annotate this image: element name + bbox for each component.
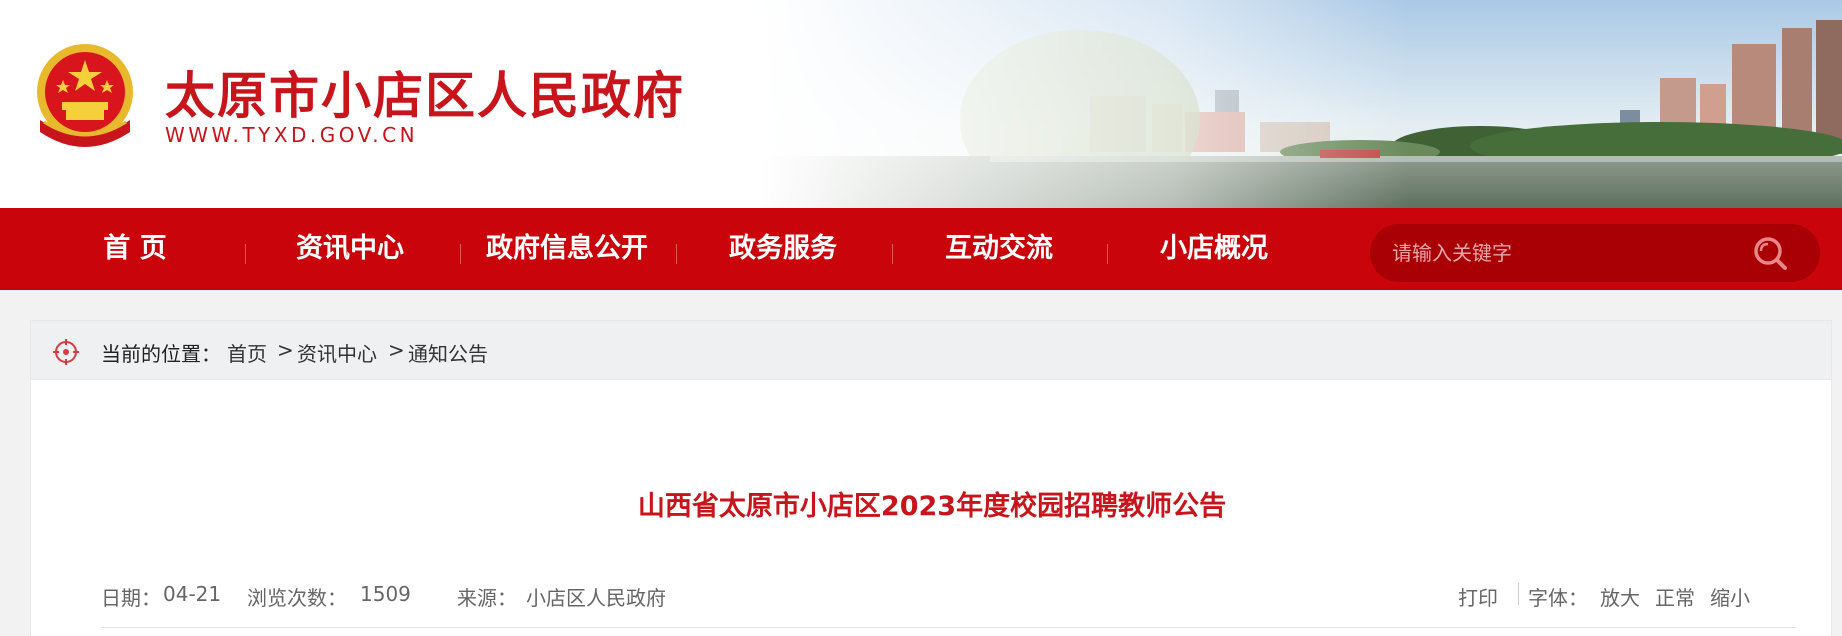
header-banner: 太原市小店区人民政府 WWW.TYXD.GOV.CN [0,0,1842,208]
font-normal-button[interactable]: 正常 [1655,582,1695,611]
site-title: 太原市小店区人民政府 [165,66,685,125]
nav-item-interaction[interactable]: 互动交流 [929,208,1069,290]
national-emblem-logo [37,44,133,147]
breadcrumb: 当前的位置： 首页 > 资讯中心 > 通知公告 [30,320,1832,380]
nav-separator [892,244,893,264]
breadcrumb-home[interactable]: 首页 [227,338,267,367]
date-label: 日期： [101,586,161,610]
nav-item-overview[interactable]: 小店概况 [1144,208,1284,290]
views-label: 浏览次数： [247,586,347,610]
article-panel: 山西省太原市小店区2023年度校园招聘教师公告 日期： 04-21 浏览次数： … [30,380,1832,636]
main-nav: 首 页 资讯中心 政府信息公开 政务服务 互动交流 小店概况 [0,208,1842,290]
nav-item-home[interactable]: 首 页 [70,208,200,290]
source-label: 来源： [457,586,517,610]
location-target-icon [53,339,79,365]
site-url: WWW.TYXD.GOV.CN [165,123,419,147]
breadcrumb-separator: > [388,338,405,362]
views-count: 1509 [360,582,411,606]
nav-item-gov-info[interactable]: 政府信息公开 [478,208,656,290]
search-icon[interactable] [1750,233,1790,273]
nav-separator [1107,244,1108,264]
meta-divider [1518,583,1519,605]
font-size-label: 字体： [1528,586,1588,610]
font-large-button[interactable]: 放大 [1600,582,1640,611]
city-skyline-image [760,0,1842,208]
meta-divider-line [101,627,1796,628]
font-small-button[interactable]: 缩小 [1710,582,1750,611]
nav-separator [245,244,246,264]
nav-item-news[interactable]: 资讯中心 [280,208,420,290]
source-value: 小店区人民政府 [526,586,666,610]
date-value: 04-21 [163,582,222,606]
breadcrumb-separator: > [277,338,294,362]
search-box [1370,224,1820,282]
breadcrumb-news[interactable]: 资讯中心 [297,338,377,367]
search-input[interactable] [1392,224,1752,282]
article-title: 山西省太原市小店区2023年度校园招聘教师公告 [637,491,1227,522]
nav-item-services[interactable]: 政务服务 [713,208,853,290]
print-button[interactable]: 打印 [1458,582,1498,611]
breadcrumb-notices[interactable]: 通知公告 [408,338,488,367]
nav-separator [460,244,461,264]
breadcrumb-label: 当前的位置： [101,342,221,366]
nav-separator [676,244,677,264]
